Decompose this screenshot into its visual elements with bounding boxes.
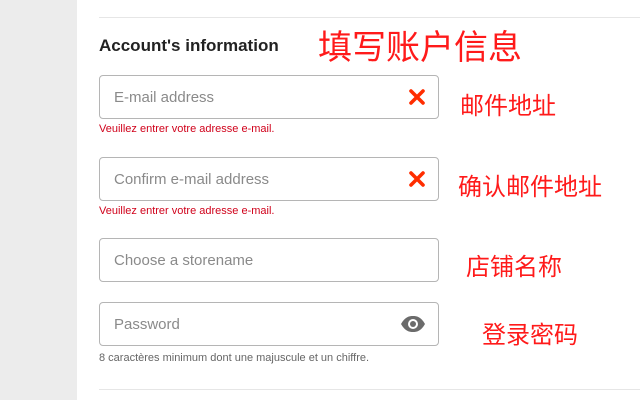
section-title: Account's information bbox=[99, 36, 279, 55]
clear-icon[interactable] bbox=[406, 168, 428, 190]
password-input[interactable] bbox=[114, 303, 394, 345]
confirm-email-error: Veuillez entrer votre adresse e-mail. bbox=[99, 205, 275, 217]
confirm-email-input[interactable] bbox=[114, 158, 394, 200]
left-gutter bbox=[0, 0, 77, 400]
annotation-password: 登录密码 bbox=[482, 321, 578, 349]
annotation-confirm-email: 确认邮件地址 bbox=[458, 173, 602, 201]
confirm-email-field-container[interactable] bbox=[99, 157, 439, 201]
email-field-container[interactable] bbox=[99, 75, 439, 119]
password-hint: 8 caractères minimum dont une majuscule … bbox=[99, 352, 370, 364]
annotation-title: 填写账户信息 bbox=[318, 28, 522, 68]
eye-icon[interactable] bbox=[400, 313, 426, 335]
annotation-email: 邮件地址 bbox=[460, 92, 556, 120]
email-error: Veuillez entrer votre adresse e-mail. bbox=[99, 123, 275, 135]
bottom-divider bbox=[99, 389, 640, 390]
email-input[interactable] bbox=[114, 76, 394, 118]
clear-icon[interactable] bbox=[406, 86, 428, 108]
storename-input[interactable] bbox=[114, 239, 394, 281]
top-divider bbox=[99, 17, 640, 18]
storename-field-container[interactable] bbox=[99, 238, 439, 282]
annotation-storename: 店铺名称 bbox=[466, 253, 562, 281]
password-field-container[interactable] bbox=[99, 302, 439, 346]
